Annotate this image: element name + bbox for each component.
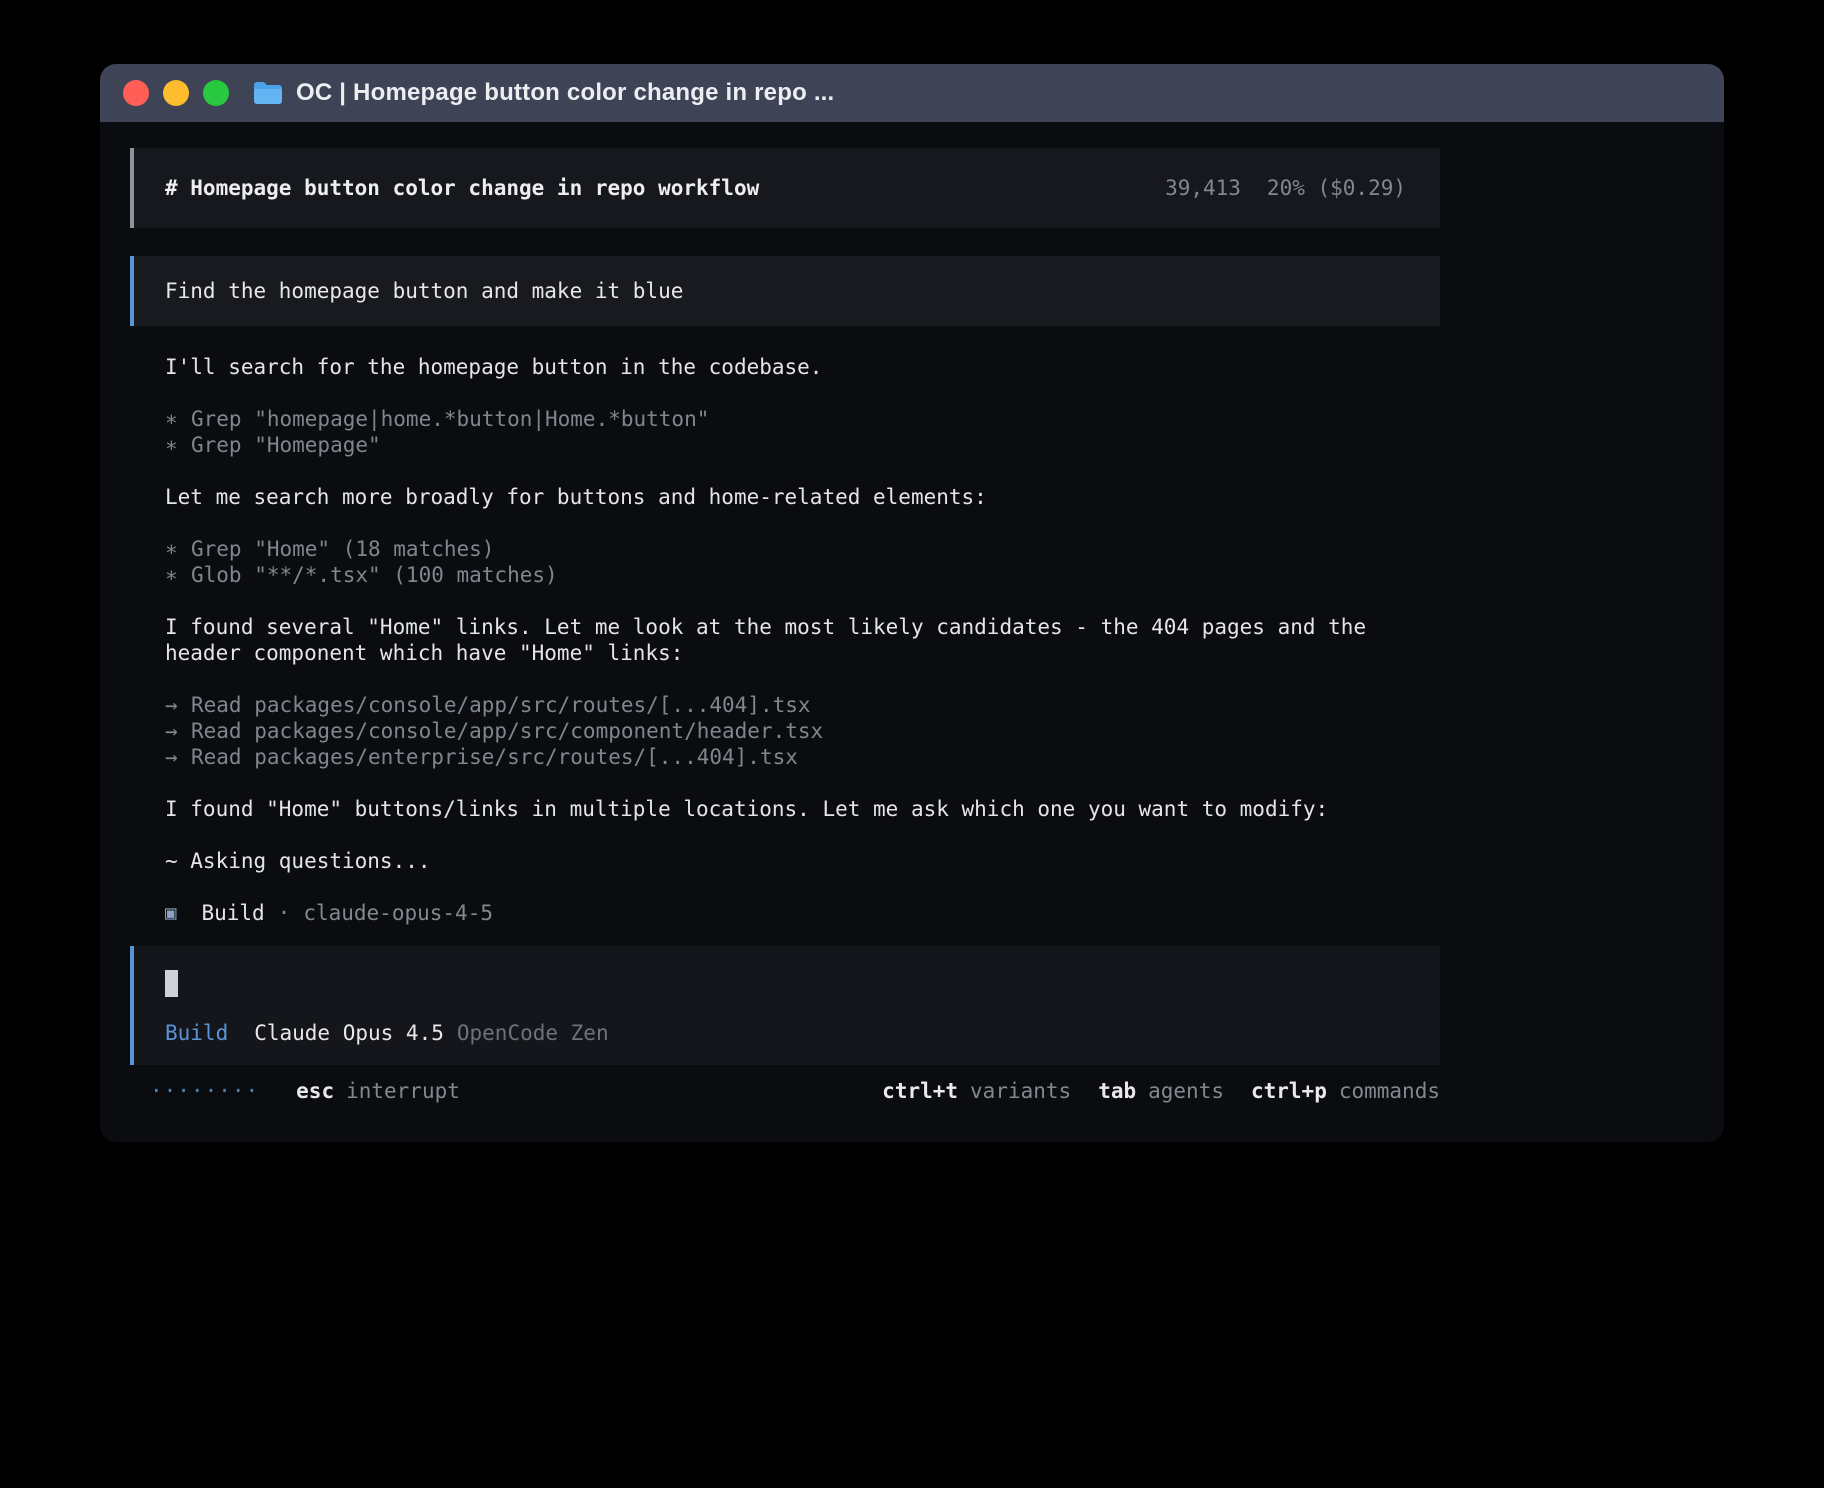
read-arrow-icon: → xyxy=(165,744,191,770)
grep-icon: ∗ xyxy=(165,406,191,432)
desktop: { "window": { "title": "OC | Homepage bu… xyxy=(0,0,1824,1488)
tool-call-group: → Read packages/console/app/src/routes/[… xyxy=(165,692,1420,770)
assistant-paragraph: I found "Home" buttons/links in multiple… xyxy=(165,796,1420,822)
agents-hint-label: agents xyxy=(1148,1078,1224,1104)
tool-call-group: ∗ Grep "homepage|home.*button|Home.*butt… xyxy=(165,406,1420,458)
window-title: OC | Homepage button color change in rep… xyxy=(296,79,834,107)
tool-call-line: ∗ Grep "Homepage" xyxy=(165,432,1420,458)
grep-icon: ∗ xyxy=(165,536,191,562)
tool-call-line: ∗ Grep "homepage|home.*button|Home.*butt… xyxy=(165,406,1420,432)
agent-status-line: ▣ Build · claude-opus-4-5 xyxy=(165,900,1420,926)
minimize-button[interactable] xyxy=(163,80,189,106)
tool-call-line: → Read packages/enterprise/src/routes/[.… xyxy=(165,744,1420,770)
glob-icon: ∗ xyxy=(165,562,191,588)
model-name: Claude Opus 4.5 xyxy=(254,1021,444,1045)
footer-right: ctrl+t variants tab agents ctrl+p comman… xyxy=(882,1078,1440,1104)
user-message-text: Find the homepage button and make it blu… xyxy=(165,279,683,303)
tool-call-group: ∗ Grep "Home" (18 matches) ∗ Glob "**/*.… xyxy=(165,536,1420,588)
grep-icon: ∗ xyxy=(165,432,191,458)
terminal-window: OC | Homepage button color change in rep… xyxy=(100,64,1724,1142)
zoom-button[interactable] xyxy=(203,80,229,106)
agent-name: Build xyxy=(201,900,264,926)
tool-call-text: Grep "homepage|home.*button|Home.*button… xyxy=(191,406,709,432)
tool-call-line: → Read packages/console/app/src/componen… xyxy=(165,718,1420,744)
tool-call-text: Read packages/enterprise/src/routes/[...… xyxy=(191,744,798,770)
esc-key-label: esc xyxy=(296,1078,334,1104)
tab-key-label: tab xyxy=(1098,1078,1136,1104)
tool-call-line: ∗ Grep "Home" (18 matches) xyxy=(165,536,1420,562)
agent-part-icon: ▣ xyxy=(165,900,176,926)
assistant-paragraph: Let me search more broadly for buttons a… xyxy=(165,484,1420,510)
asking-questions-status: ~ Asking questions... xyxy=(165,848,1420,874)
tool-call-line: → Read packages/console/app/src/routes/[… xyxy=(165,692,1420,718)
model-selector-line: Build Claude Opus 4.5 OpenCode Zen xyxy=(165,1021,1409,1045)
assistant-paragraph: I found several "Home" links. Let me loo… xyxy=(165,614,1420,666)
agent-badge: Build xyxy=(165,1021,228,1045)
assistant-output: I'll search for the homepage button in t… xyxy=(130,354,1440,926)
session-header: # Homepage button color change in repo w… xyxy=(130,148,1440,228)
progress-dots-icon: ········ xyxy=(150,1078,259,1104)
traffic-lights xyxy=(123,80,229,106)
text-cursor xyxy=(165,970,178,997)
commands-hint-label: commands xyxy=(1339,1078,1440,1104)
tool-call-text: Read packages/console/app/src/component/… xyxy=(191,718,823,744)
session-title: # Homepage button color change in repo w… xyxy=(165,176,759,200)
read-arrow-icon: → xyxy=(165,718,191,744)
window-title-group: OC | Homepage button color change in rep… xyxy=(253,79,834,107)
read-arrow-icon: → xyxy=(165,692,191,718)
agent-model: claude-opus-4-5 xyxy=(303,900,493,926)
context-usage: 20% ($0.29) xyxy=(1267,176,1406,200)
esc-hint: esc interrupt xyxy=(296,1078,460,1104)
tool-call-text: Grep "Homepage" xyxy=(191,432,381,458)
provider-name: OpenCode Zen xyxy=(457,1021,609,1045)
assistant-paragraph: I'll search for the homepage button in t… xyxy=(165,354,1420,380)
esc-hint-label: interrupt xyxy=(346,1078,460,1104)
tool-call-line: ∗ Glob "**/*.tsx" (100 matches) xyxy=(165,562,1420,588)
token-count: 39,413 xyxy=(1165,176,1241,200)
titlebar: OC | Homepage button color change in rep… xyxy=(100,64,1724,122)
tool-call-text: Glob "**/*.tsx" (100 matches) xyxy=(191,562,558,588)
commands-hint: ctrl+p commands xyxy=(1251,1078,1440,1104)
variants-hint-label: variants xyxy=(970,1078,1071,1104)
tool-call-text: Read packages/console/app/src/routes/[..… xyxy=(191,692,811,718)
footer-left: ········ esc interrupt xyxy=(150,1078,460,1104)
user-message: Find the homepage button and make it blu… xyxy=(130,256,1440,326)
folder-icon xyxy=(253,81,283,105)
ctrl-p-key-label: ctrl+p xyxy=(1251,1078,1327,1104)
tool-call-text: Grep "Home" (18 matches) xyxy=(191,536,494,562)
agents-hint: tab agents xyxy=(1098,1078,1224,1104)
session-stats: 39,413 20% ($0.29) xyxy=(1165,176,1406,200)
variants-hint: ctrl+t variants xyxy=(882,1078,1071,1104)
status-footer: ········ esc interrupt ctrl+t variants t… xyxy=(130,1078,1440,1104)
terminal-content: # Homepage button color change in repo w… xyxy=(100,122,1440,1104)
ctrl-t-key-label: ctrl+t xyxy=(882,1078,958,1104)
dot-separator: · xyxy=(278,900,291,926)
close-button[interactable] xyxy=(123,80,149,106)
prompt-input[interactable]: Build Claude Opus 4.5 OpenCode Zen xyxy=(130,946,1440,1065)
